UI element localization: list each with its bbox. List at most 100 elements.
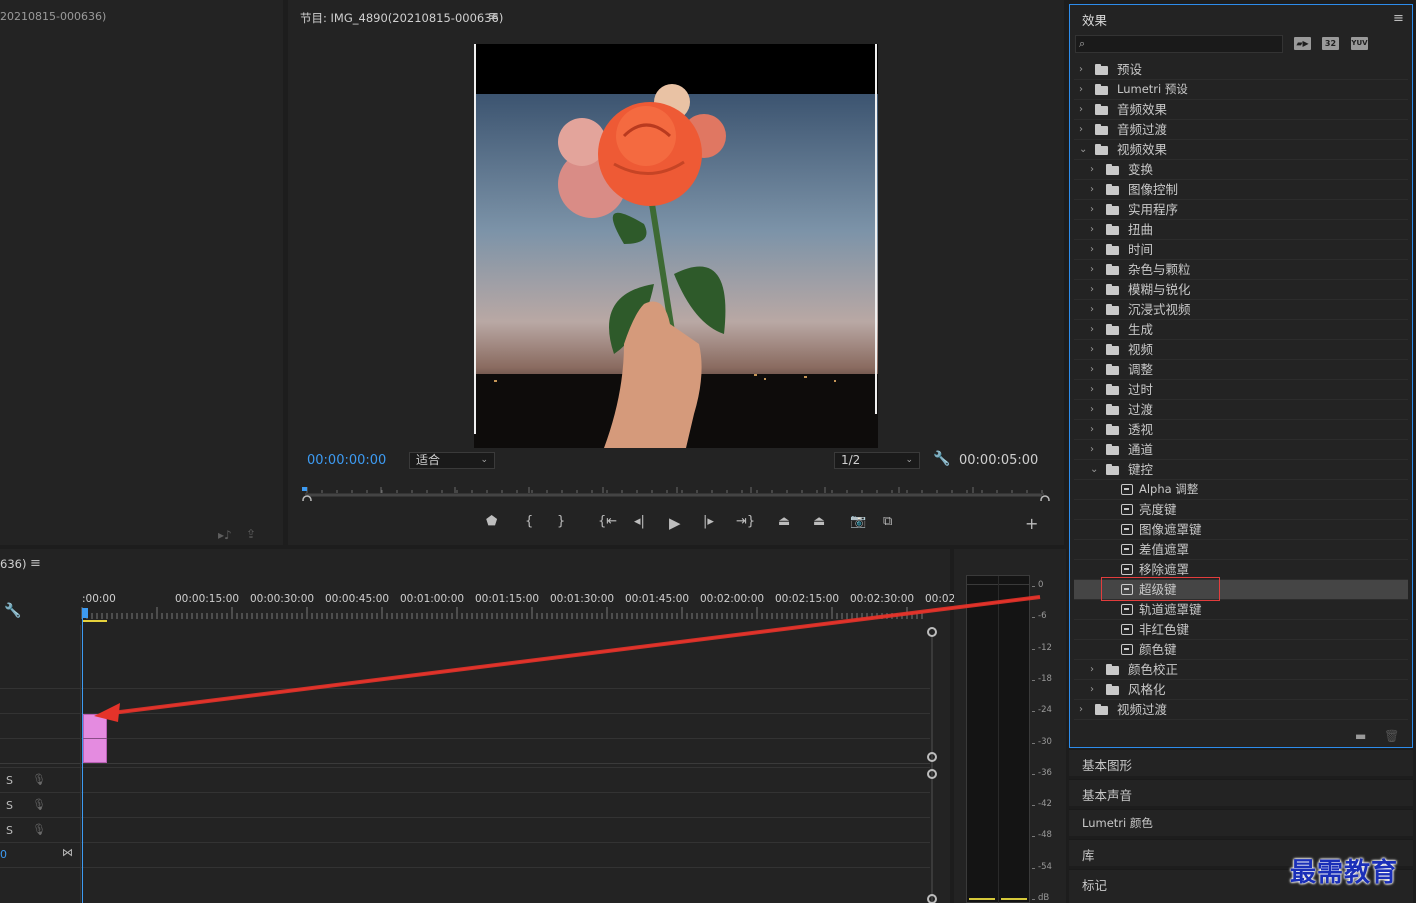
effects-tree-item[interactable]: › 杂色与颗粒 <box>1074 260 1408 280</box>
step-back-button[interactable]: ◂| <box>634 514 645 529</box>
effects-tree-item[interactable]: 颜色键 <box>1074 640 1408 660</box>
scroll-handle-top[interactable] <box>927 627 937 637</box>
chevron-right-icon[interactable]: › <box>1090 300 1094 319</box>
scroll-handle-audio[interactable] <box>927 769 937 779</box>
effects-tree-item[interactable]: 差值遮罩 <box>1074 540 1408 560</box>
chevron-right-icon[interactable]: › <box>1079 120 1083 139</box>
trash-icon[interactable]: 🗑 <box>1384 729 1399 743</box>
effects-tree-item[interactable]: ⌄ 视频效果 <box>1074 140 1408 160</box>
effects-tree-item[interactable]: › 图像控制 <box>1074 180 1408 200</box>
essential-graphics-panel-tab[interactable]: 基本图形 <box>1069 749 1413 776</box>
chevron-down-icon[interactable]: ⌄ <box>1079 140 1087 159</box>
chevron-right-icon[interactable]: › <box>1090 380 1094 399</box>
zoom-fit-select[interactable]: 适合 ⌄ <box>409 452 495 469</box>
timeline-time-ruler[interactable]: :00:00 00:00:15:00 00:00:30:00 00:00:45:00 0… <box>80 589 982 623</box>
chevron-right-icon[interactable]: › <box>1090 360 1094 379</box>
accelerated-effects-filter-icon[interactable]: ▰▶ <box>1294 37 1311 50</box>
effects-tree-item[interactable]: 图像遮罩键 <box>1074 520 1408 540</box>
effects-tree-item[interactable]: › 变换 <box>1074 160 1408 180</box>
effects-tree-item[interactable]: › Lumetri 预设 <box>1074 80 1408 100</box>
chevron-right-icon[interactable]: › <box>1090 260 1094 279</box>
playhead-handle[interactable] <box>82 608 88 618</box>
essential-sound-panel-tab[interactable]: 基本声音 <box>1069 779 1413 806</box>
audio-track-solo-button[interactable]: S <box>6 824 13 837</box>
work-area-bar[interactable] <box>83 620 107 622</box>
insert-icon[interactable]: ▸♪ <box>218 528 232 542</box>
microphone-icon[interactable]: 🎙 <box>32 798 46 811</box>
microphone-icon[interactable]: 🎙 <box>32 773 46 786</box>
master-track-value[interactable]: 0 <box>0 848 7 861</box>
effects-tree-item[interactable]: › 生成 <box>1074 320 1408 340</box>
chevron-right-icon[interactable]: › <box>1090 280 1094 299</box>
chevron-right-icon[interactable]: › <box>1079 80 1083 99</box>
chevron-right-icon[interactable]: › <box>1079 60 1083 79</box>
effects-tree-item[interactable]: › 过时 <box>1074 380 1408 400</box>
extract-button[interactable]: ⏏ <box>813 514 825 529</box>
chevron-right-icon[interactable]: › <box>1090 180 1094 199</box>
playhead-timecode[interactable]: 00:00:00:00 <box>307 453 386 468</box>
effects-tree-item[interactable]: 亮度键 <box>1074 500 1408 520</box>
effects-tree-item[interactable]: 轨道遮罩键 <box>1074 600 1408 620</box>
effects-menu-icon[interactable]: ≡ <box>1393 11 1404 26</box>
export-icon[interactable]: ⇪ <box>246 527 256 541</box>
master-track-icon[interactable]: ⋈ <box>62 846 73 859</box>
chevron-right-icon[interactable]: › <box>1079 100 1083 119</box>
effects-tree-item[interactable]: › 模糊与锐化 <box>1074 280 1408 300</box>
effects-tree-item[interactable]: › 视频 <box>1074 340 1408 360</box>
compare-view-button[interactable]: ⧉ <box>883 514 892 529</box>
effects-tree-item[interactable]: › 颜色校正 <box>1074 660 1408 680</box>
chevron-right-icon[interactable]: › <box>1090 320 1094 339</box>
new-bin-folder-icon[interactable]: ▬ <box>1355 729 1366 743</box>
effects-tree-item[interactable]: › 过渡 <box>1074 400 1408 420</box>
chevron-right-icon[interactable]: › <box>1090 340 1094 359</box>
chevron-right-icon[interactable]: › <box>1090 200 1094 219</box>
effects-tree-item[interactable]: › 风格化 <box>1074 680 1408 700</box>
button-editor-plus[interactable]: + <box>1025 514 1038 533</box>
effects-tree-item[interactable]: › 沉浸式视频 <box>1074 300 1408 320</box>
scroll-handle-mid[interactable] <box>927 752 937 762</box>
audio-track-solo-button[interactable]: S <box>6 774 13 787</box>
program-menu-icon[interactable]: ≡ <box>488 9 499 24</box>
play-button[interactable]: ▶ <box>669 514 681 532</box>
effects-tree-item[interactable]: › 音频效果 <box>1074 100 1408 120</box>
chevron-right-icon[interactable]: › <box>1079 700 1083 719</box>
go-to-out-button[interactable]: ⇥} <box>736 514 755 529</box>
effects-tree-item[interactable]: › 透视 <box>1074 420 1408 440</box>
lift-button[interactable]: ⏏ <box>778 514 790 529</box>
effects-tree-item[interactable]: › 时间 <box>1074 240 1408 260</box>
mark-out-button[interactable]: } <box>557 514 565 529</box>
effects-tree-item[interactable]: › 调整 <box>1074 360 1408 380</box>
chevron-right-icon[interactable]: › <box>1090 400 1094 419</box>
timeline-tracks[interactable]: S 🎙 S 🎙 S 🎙 0 ⋈ <box>0 625 930 903</box>
effects-tree-item[interactable]: › 音频过渡 <box>1074 120 1408 140</box>
effects-tree-item[interactable]: 非红色键 <box>1074 620 1408 640</box>
audio-track-solo-button[interactable]: S <box>6 799 13 812</box>
effects-tree-item[interactable]: ⌄ 键控 <box>1074 460 1408 480</box>
chevron-right-icon[interactable]: › <box>1090 240 1094 259</box>
timeline-sequence-tab[interactable]: 636) <box>0 557 26 571</box>
mark-in-button[interactable]: { <box>525 514 533 529</box>
scroll-handle-bottom[interactable] <box>927 894 937 903</box>
32bit-filter-badge[interactable]: 32 <box>1322 37 1339 50</box>
program-time-ruler[interactable] <box>302 487 1050 501</box>
add-marker-button[interactable]: ⬟ <box>486 514 497 529</box>
effects-tree-item[interactable]: Alpha 调整 <box>1074 480 1408 500</box>
wrench-icon[interactable]: 🔧 <box>933 451 950 467</box>
timeline-menu-icon[interactable]: ≡ <box>30 556 41 571</box>
timeline-settings-wrench-icon[interactable]: 🔧 <box>4 603 21 619</box>
yuv-filter-badge[interactable]: YUV <box>1351 37 1368 50</box>
chevron-right-icon[interactable]: › <box>1090 680 1094 699</box>
chevron-right-icon[interactable]: › <box>1090 220 1094 239</box>
effects-tree-item[interactable]: › 通道 <box>1074 440 1408 460</box>
effects-tree-item[interactable]: › 预设 <box>1074 60 1408 80</box>
step-forward-button[interactable]: |▸ <box>703 514 714 529</box>
chevron-right-icon[interactable]: › <box>1090 440 1094 459</box>
chevron-right-icon[interactable]: › <box>1090 160 1094 179</box>
chevron-down-icon[interactable]: ⌄ <box>1090 460 1098 479</box>
playback-resolution-select[interactable]: 1/2 ⌄ <box>834 452 920 469</box>
effects-search-input[interactable] <box>1075 35 1283 53</box>
effects-tree-item[interactable]: › 实用程序 <box>1074 200 1408 220</box>
chevron-right-icon[interactable]: › <box>1090 660 1094 679</box>
export-frame-camera-icon[interactable]: 📷 <box>850 514 866 529</box>
lumetri-color-panel-tab[interactable]: Lumetri 颜色 <box>1069 809 1413 836</box>
